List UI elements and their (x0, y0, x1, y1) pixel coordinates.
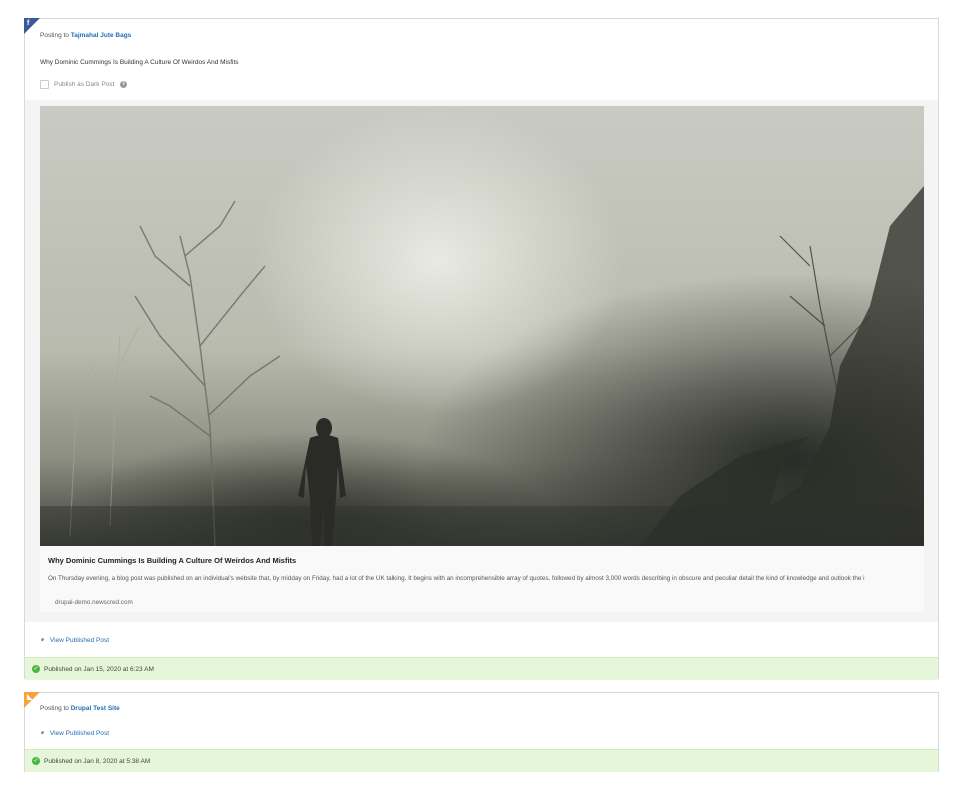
view-published-post-link[interactable]: View Published Post (50, 730, 109, 737)
status-text: Published on Jan 8, 2020 at 5:38 AM (44, 757, 151, 765)
dark-post-option: Publish as Dark Post i (40, 80, 128, 89)
check-icon: ✓ (32, 665, 40, 673)
status-text: Published on Jan 15, 2020 at 6:23 AM (44, 665, 154, 673)
preview-title: Why Dominic Cummings Is Building A Cultu… (48, 556, 297, 565)
posting-prefix: Posting to (40, 705, 69, 712)
view-published-post: ⚭ View Published Post (38, 635, 109, 645)
view-published-post-link[interactable]: View Published Post (50, 637, 109, 644)
posting-target-link[interactable]: Drupal Test Site (71, 705, 120, 712)
posting-prefix: Posting to (40, 32, 69, 39)
preview-domain: drupal-demo.newscred.com (55, 599, 133, 606)
post-message: Why Dominic Cummings Is Building A Cultu… (40, 59, 239, 66)
view-published-post: ⚭ View Published Post (38, 728, 109, 738)
dark-post-checkbox[interactable] (40, 80, 49, 89)
status-bar: ✓ Published on Jan 8, 2020 at 5:38 AM (25, 749, 938, 772)
post-card: f Posting to Tajmahal Jute Bags Why Domi… (24, 18, 939, 680)
dark-post-label: Publish as Dark Post (54, 81, 115, 88)
info-icon[interactable]: i (120, 81, 128, 88)
check-icon: ✓ (32, 757, 40, 765)
posting-to: Posting to Drupal Test Site (40, 705, 120, 712)
status-bar: ✓ Published on Jan 15, 2020 at 6:23 AM (25, 657, 938, 680)
posting-target-link[interactable]: Tajmahal Jute Bags (71, 32, 132, 39)
post-card: ◣ Posting to Drupal Test Site ⚭ View Pub… (24, 692, 939, 772)
preview-description: On Thursday evening, a blog post was pub… (48, 575, 865, 582)
posting-to: Posting to Tajmahal Jute Bags (40, 32, 131, 39)
link-icon: ⚭ (38, 728, 48, 738)
preview-image (40, 106, 924, 546)
link-icon: ⚭ (38, 635, 48, 645)
link-preview: Why Dominic Cummings Is Building A Cultu… (25, 100, 938, 622)
preview-text: Why Dominic Cummings Is Building A Cultu… (40, 546, 924, 612)
